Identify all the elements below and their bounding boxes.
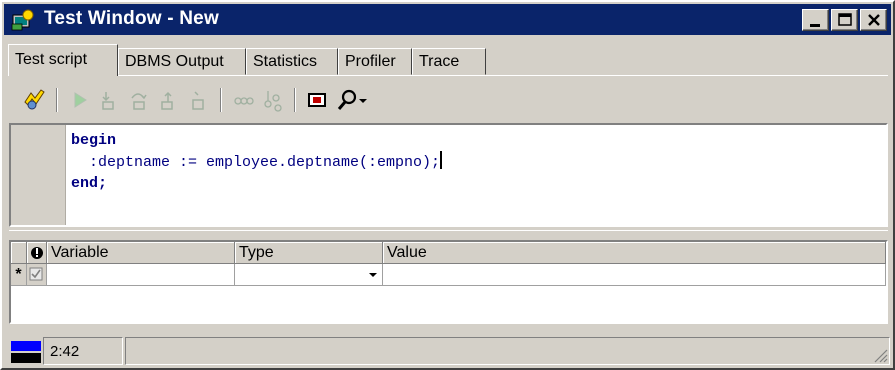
- type-dropdown-icon[interactable]: [366, 264, 380, 284]
- test-window: Test Window - New Test script DBMS Outpu…: [0, 0, 895, 370]
- text-caret: [440, 151, 443, 169]
- execute-button[interactable]: [20, 86, 48, 114]
- display-button[interactable]: [304, 86, 332, 114]
- code-line-1: begin: [71, 132, 117, 149]
- type-column-header[interactable]: Type: [235, 242, 383, 264]
- tab-label: Profiler: [345, 53, 396, 70]
- table-row[interactable]: *: [11, 264, 886, 286]
- tab-label: Test script: [15, 51, 88, 68]
- minimize-icon: [810, 24, 820, 27]
- tab-label: Trace: [419, 53, 460, 70]
- value-column-header[interactable]: Value: [383, 242, 886, 264]
- toolbar-separator: [56, 88, 58, 112]
- window-title: Test Window - New: [44, 8, 219, 29]
- code-line-3: end;: [71, 175, 108, 192]
- enabled-checkbox-cell[interactable]: [27, 264, 47, 286]
- step-out-icon: [161, 91, 173, 110]
- step-over-icon: [131, 93, 147, 110]
- close-icon: [868, 14, 880, 26]
- cursor-position: 2:42: [50, 343, 80, 360]
- type-cell[interactable]: [235, 264, 383, 286]
- tab-label: DBMS Output: [125, 53, 224, 70]
- code-text[interactable]: begin :deptname := employee.deptname(:em…: [71, 130, 443, 194]
- tab-test-script[interactable]: Test script: [8, 44, 118, 76]
- code-line-2: :deptname := employee.deptname(:empno);: [71, 154, 441, 171]
- checkbox-icon: [29, 267, 43, 281]
- tab-strip: Test script DBMS Output Statistics Profi…: [8, 44, 888, 76]
- title-bar[interactable]: Test Window - New: [4, 4, 891, 35]
- status-bar: 2:42: [5, 335, 890, 367]
- variables-grid: Variable Type Value *: [9, 240, 888, 324]
- info-icon: [31, 247, 43, 259]
- toggle-breakpoint-button[interactable]: [230, 86, 258, 114]
- step-into-button[interactable]: [96, 86, 124, 114]
- editor-gutter: [11, 125, 66, 225]
- tab-profiler[interactable]: Profiler: [338, 48, 412, 75]
- watch-icon: [264, 91, 282, 112]
- toolbar-separator: [220, 88, 222, 112]
- start-icon: [74, 92, 87, 108]
- color-indicator-icon: [11, 341, 41, 363]
- status-message-panel: [125, 337, 890, 365]
- step-into-icon: [102, 92, 114, 110]
- code-editor[interactable]: begin :deptname := employee.deptname(:em…: [9, 123, 888, 227]
- new-row-marker: *: [11, 264, 27, 286]
- watch-button[interactable]: [260, 86, 288, 114]
- step-over-button[interactable]: [126, 86, 154, 114]
- toggle-breakpoint-icon: [234, 97, 254, 105]
- grid-header: Variable Type Value: [11, 242, 886, 264]
- step-out-button[interactable]: [156, 86, 184, 114]
- enabled-column-header[interactable]: [27, 242, 47, 264]
- search-dropdown-button[interactable]: [356, 86, 372, 114]
- tab-trace[interactable]: Trace: [412, 48, 486, 75]
- close-button[interactable]: [860, 9, 887, 31]
- tab-divider: [8, 75, 888, 76]
- tab-statistics[interactable]: Statistics: [246, 48, 338, 75]
- execute-icon: [24, 89, 45, 110]
- run-to-exception-button[interactable]: [186, 86, 214, 114]
- tab-dbms-output[interactable]: DBMS Output: [118, 48, 246, 75]
- splitter[interactable]: [9, 230, 888, 233]
- variable-column-header[interactable]: Variable: [47, 242, 235, 264]
- tab-label: Statistics: [253, 53, 318, 70]
- app-icon[interactable]: [11, 9, 35, 31]
- maximize-button[interactable]: [831, 9, 858, 31]
- maximize-icon: [838, 13, 852, 26]
- toolbar: [12, 82, 882, 118]
- value-cell[interactable]: [383, 264, 886, 286]
- cursor-position-panel: 2:42: [43, 337, 123, 365]
- variable-cell[interactable]: [47, 264, 235, 286]
- run-to-exception-icon: [192, 91, 204, 110]
- display-icon: [308, 93, 326, 107]
- minimize-button[interactable]: [802, 9, 829, 31]
- start-button[interactable]: [66, 86, 94, 114]
- resize-grip-icon[interactable]: [872, 347, 888, 363]
- dropdown-arrow-icon: [359, 99, 367, 103]
- toolbar-separator: [294, 88, 296, 112]
- row-indicator-header: [11, 242, 27, 264]
